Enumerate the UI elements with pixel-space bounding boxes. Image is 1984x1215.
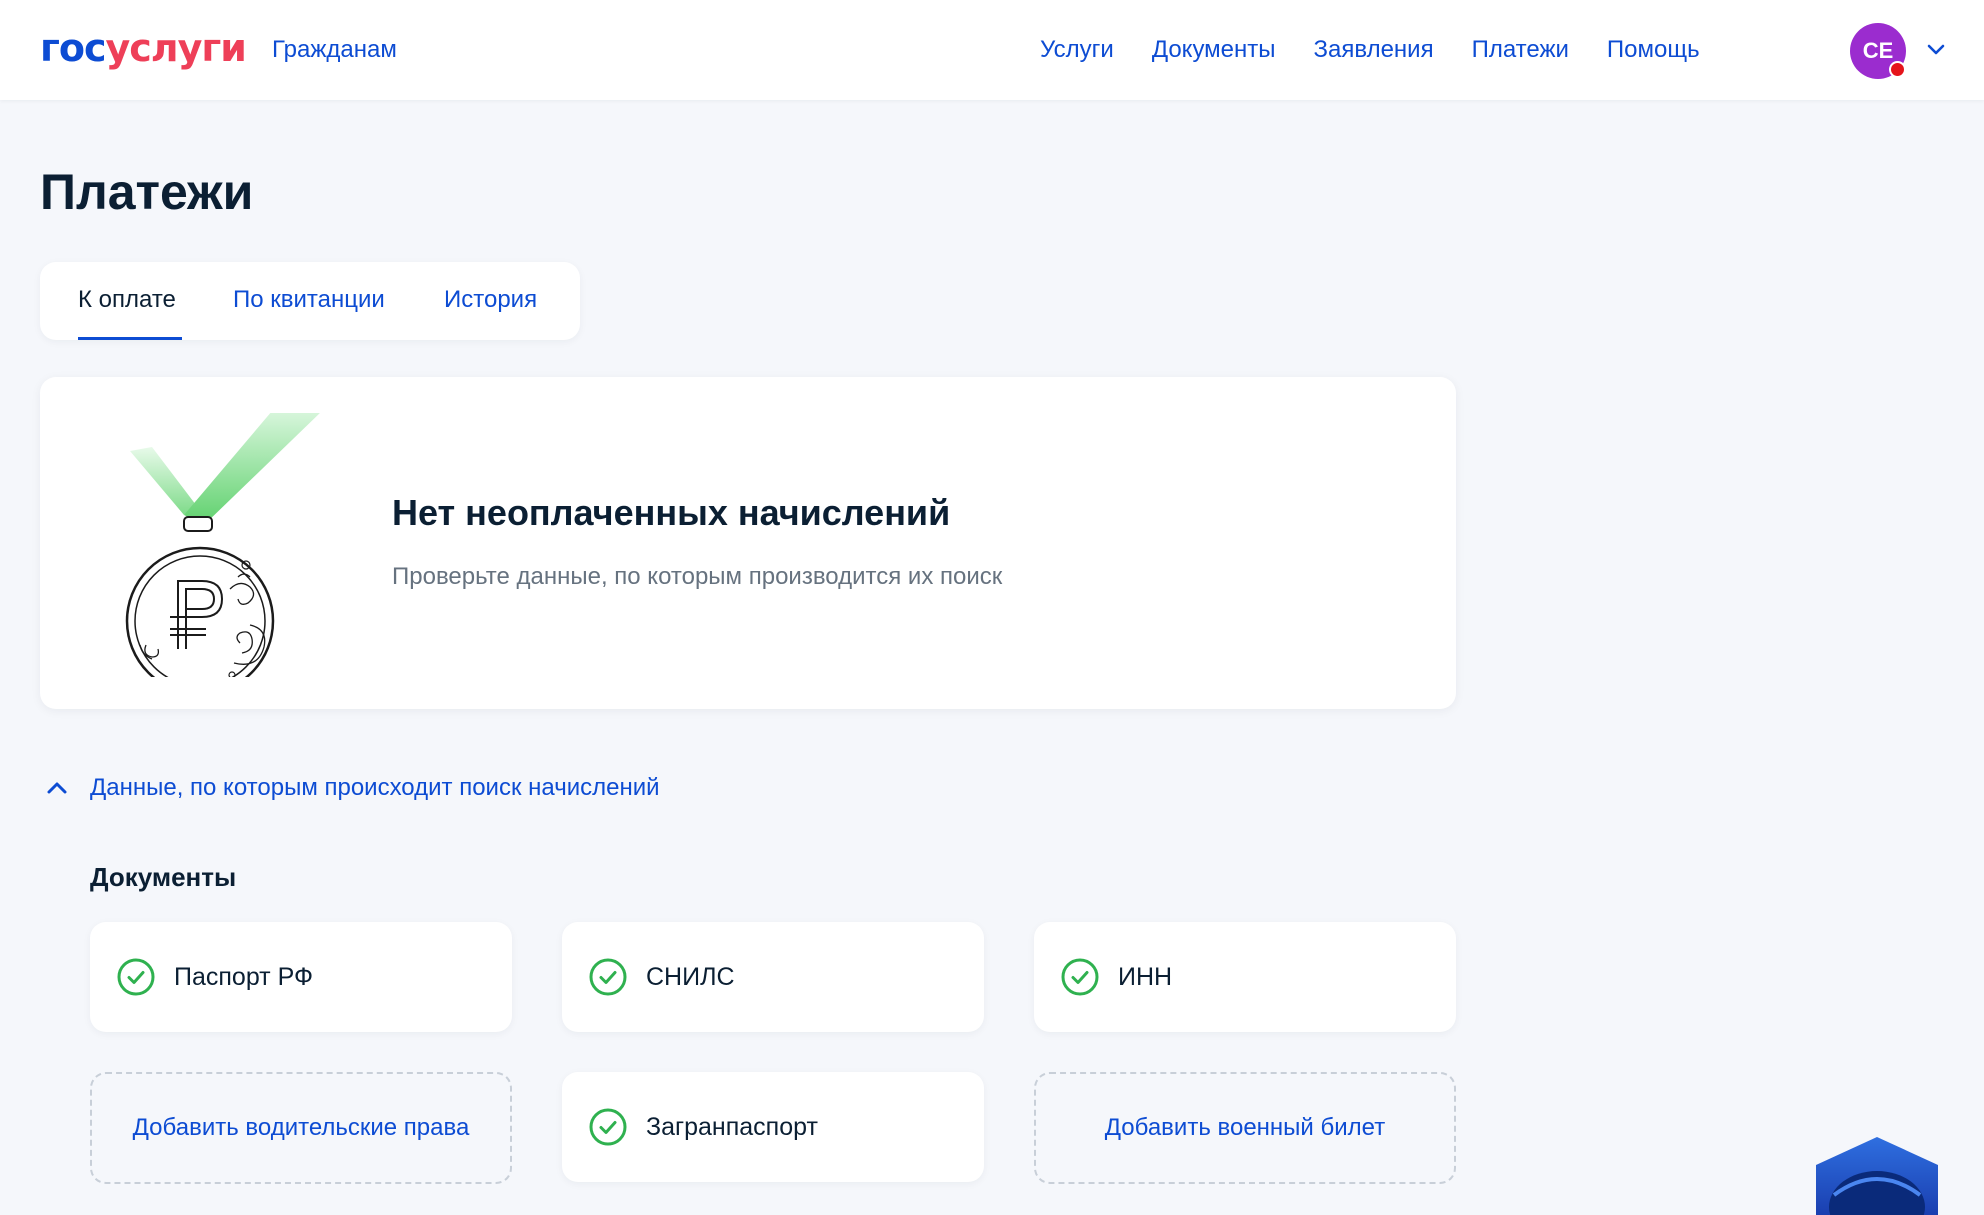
nav-help[interactable]: Помощь: [1607, 34, 1700, 66]
citizens-section-link[interactable]: Гражданам: [272, 34, 397, 66]
add-driver-license-button[interactable]: Добавить водительские права: [90, 1072, 512, 1184]
assistant-robot-icon[interactable]: [1810, 1135, 1944, 1215]
tab-to-pay[interactable]: К оплате: [78, 284, 176, 316]
notification-dot: [1889, 61, 1906, 78]
chevron-up-icon: [47, 782, 67, 794]
check-circle-icon: [1061, 958, 1099, 996]
payment-tabs: К оплате По квитанции История: [40, 262, 580, 340]
document-label: Паспорт РФ: [174, 963, 313, 991]
nav-services[interactable]: Услуги: [1040, 34, 1114, 66]
check-circle-icon: [589, 1108, 627, 1146]
add-document-label: Добавить военный билет: [1104, 1114, 1386, 1141]
tab-history[interactable]: История: [444, 284, 537, 316]
ruble-medal-icon: [125, 413, 320, 677]
chevron-down-icon[interactable]: [1926, 42, 1946, 56]
check-circle-icon: [117, 958, 155, 996]
document-card-foreign-passport[interactable]: Загранпаспорт: [562, 1072, 984, 1182]
empty-state-subtitle: Проверьте данные, по которым производитс…: [392, 563, 1003, 590]
search-data-toggle-label: Данные, по которым происходит поиск начи…: [90, 774, 660, 801]
nav-documents[interactable]: Документы: [1152, 34, 1276, 66]
document-label: Загранпаспорт: [646, 1113, 818, 1141]
document-card-snils[interactable]: СНИЛС: [562, 922, 984, 1032]
tab-by-receipt[interactable]: По квитанции: [233, 284, 385, 316]
add-military-id-button[interactable]: Добавить военный билет: [1034, 1072, 1456, 1184]
gosuslugi-logo[interactable]: госуслуги: [40, 26, 247, 70]
empty-state-card: Нет неоплаченных начислений Проверьте да…: [40, 377, 1456, 709]
document-card-passport[interactable]: Паспорт РФ: [90, 922, 512, 1032]
add-document-label: Добавить водительские права: [132, 1114, 470, 1141]
active-tab-indicator: [78, 337, 182, 340]
document-label: ИНН: [1118, 963, 1173, 991]
nav-payments[interactable]: Платежи: [1472, 34, 1569, 66]
search-data-toggle[interactable]: Данные, по которым происходит поиск начи…: [46, 772, 660, 804]
top-header: госуслуги Гражданам Услуги Документы Зая…: [0, 0, 1984, 100]
avatar-initials: СЕ: [1862, 38, 1894, 63]
documents-section-title: Документы: [90, 862, 237, 892]
main-nav: Услуги Документы Заявления Платежи Помощ…: [1040, 34, 1738, 66]
check-circle-icon: [589, 958, 627, 996]
logo-part-gos: гос: [40, 26, 106, 70]
logo-part-uslugi: услуги: [105, 26, 247, 70]
empty-state-title: Нет неоплаченных начислений: [392, 492, 951, 533]
document-card-inn[interactable]: ИНН: [1034, 922, 1456, 1032]
document-label: СНИЛС: [646, 963, 735, 991]
nav-applications[interactable]: Заявления: [1314, 34, 1434, 66]
page-title: Платежи: [40, 164, 254, 220]
